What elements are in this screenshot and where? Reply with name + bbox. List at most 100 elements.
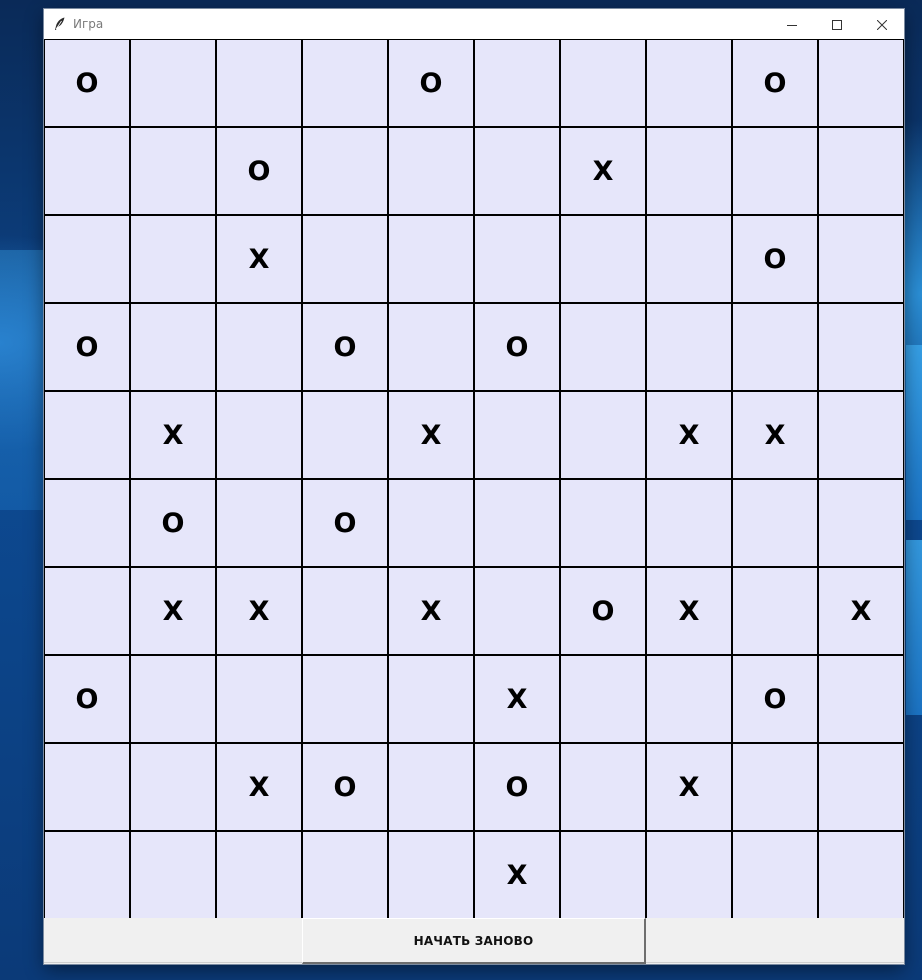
board-cell[interactable] <box>388 743 474 831</box>
board-cell[interactable] <box>646 303 732 391</box>
board-cell[interactable] <box>302 39 388 127</box>
board-cell[interactable]: O <box>302 479 388 567</box>
board-cell[interactable] <box>216 39 302 127</box>
board-cell[interactable]: X <box>646 743 732 831</box>
board-cell[interactable] <box>732 303 818 391</box>
board-cell[interactable] <box>44 831 130 919</box>
board-cell[interactable] <box>646 655 732 743</box>
board-cell[interactable] <box>646 215 732 303</box>
minimize-button[interactable] <box>769 9 814 39</box>
board-cell[interactable]: X <box>216 567 302 655</box>
board-cell[interactable] <box>732 479 818 567</box>
board-cell[interactable]: X <box>646 391 732 479</box>
board-cell[interactable] <box>474 479 560 567</box>
board-cell[interactable]: X <box>388 567 474 655</box>
board-cell[interactable]: O <box>44 39 130 127</box>
board-cell[interactable] <box>646 479 732 567</box>
board-cell[interactable] <box>560 479 646 567</box>
board-cell[interactable] <box>474 215 560 303</box>
board-cell[interactable] <box>474 567 560 655</box>
board-cell[interactable]: X <box>130 391 216 479</box>
board-cell[interactable] <box>818 39 904 127</box>
board-cell[interactable] <box>302 567 388 655</box>
board-cell[interactable] <box>818 127 904 215</box>
board-cell[interactable] <box>44 215 130 303</box>
board-cell[interactable] <box>302 215 388 303</box>
board-cell[interactable] <box>560 743 646 831</box>
board-cell[interactable] <box>216 303 302 391</box>
board-cell[interactable] <box>44 391 130 479</box>
board-cell[interactable]: X <box>474 655 560 743</box>
board-cell[interactable] <box>388 215 474 303</box>
close-button[interactable] <box>859 9 904 39</box>
board-cell[interactable] <box>560 215 646 303</box>
board-cell[interactable] <box>818 655 904 743</box>
board-cell[interactable] <box>818 215 904 303</box>
board-cell[interactable] <box>388 127 474 215</box>
board-cell[interactable] <box>818 831 904 919</box>
board-cell[interactable] <box>44 127 130 215</box>
board-cell[interactable] <box>732 567 818 655</box>
board-cell[interactable] <box>474 127 560 215</box>
board-cell[interactable] <box>44 567 130 655</box>
board-cell[interactable]: O <box>44 303 130 391</box>
board-cell[interactable]: X <box>646 567 732 655</box>
board-cell[interactable] <box>216 831 302 919</box>
board-cell[interactable] <box>732 127 818 215</box>
board-cell[interactable] <box>130 743 216 831</box>
board-cell[interactable]: O <box>302 303 388 391</box>
board-cell[interactable] <box>818 303 904 391</box>
board-cell[interactable]: O <box>130 479 216 567</box>
board-cell[interactable] <box>646 39 732 127</box>
board-cell[interactable] <box>646 127 732 215</box>
board-cell[interactable]: O <box>216 127 302 215</box>
board-cell[interactable] <box>388 303 474 391</box>
board-cell[interactable] <box>130 39 216 127</box>
board-cell[interactable]: X <box>216 215 302 303</box>
board-cell[interactable] <box>388 655 474 743</box>
board-cell[interactable] <box>560 831 646 919</box>
board-cell[interactable]: O <box>44 655 130 743</box>
board-cell[interactable]: X <box>818 567 904 655</box>
board-cell[interactable]: O <box>474 743 560 831</box>
board-cell[interactable]: X <box>388 391 474 479</box>
board-cell[interactable] <box>646 831 732 919</box>
board-cell[interactable] <box>560 39 646 127</box>
board-cell[interactable]: O <box>732 655 818 743</box>
board-cell[interactable] <box>560 391 646 479</box>
board-cell[interactable] <box>216 391 302 479</box>
board-cell[interactable] <box>130 831 216 919</box>
board-cell[interactable] <box>44 479 130 567</box>
board-cell[interactable]: O <box>388 39 474 127</box>
restart-button[interactable]: НАЧАТЬ ЗАНОВО <box>302 918 646 964</box>
board-cell[interactable] <box>302 127 388 215</box>
board-cell[interactable] <box>818 479 904 567</box>
board-cell[interactable] <box>130 303 216 391</box>
board-cell[interactable]: X <box>130 567 216 655</box>
board-cell[interactable] <box>302 391 388 479</box>
board-cell[interactable] <box>44 743 130 831</box>
board-cell[interactable] <box>130 127 216 215</box>
board-cell[interactable]: O <box>732 39 818 127</box>
board-cell[interactable] <box>216 479 302 567</box>
board-cell[interactable] <box>388 831 474 919</box>
board-cell[interactable]: X <box>732 391 818 479</box>
board-cell[interactable]: O <box>560 567 646 655</box>
title-bar[interactable]: Игра <box>44 9 904 39</box>
board-cell[interactable] <box>732 831 818 919</box>
board-cell[interactable] <box>474 39 560 127</box>
board-cell[interactable]: O <box>302 743 388 831</box>
board-cell[interactable] <box>130 655 216 743</box>
board-cell[interactable] <box>302 831 388 919</box>
board-cell[interactable]: X <box>216 743 302 831</box>
board-cell[interactable] <box>732 743 818 831</box>
board-cell[interactable] <box>560 655 646 743</box>
board-cell[interactable] <box>818 391 904 479</box>
board-cell[interactable] <box>818 743 904 831</box>
maximize-button[interactable] <box>814 9 859 39</box>
board-cell[interactable]: X <box>560 127 646 215</box>
board-cell[interactable]: O <box>474 303 560 391</box>
board-cell[interactable] <box>560 303 646 391</box>
board-cell[interactable] <box>388 479 474 567</box>
board-cell[interactable] <box>130 215 216 303</box>
